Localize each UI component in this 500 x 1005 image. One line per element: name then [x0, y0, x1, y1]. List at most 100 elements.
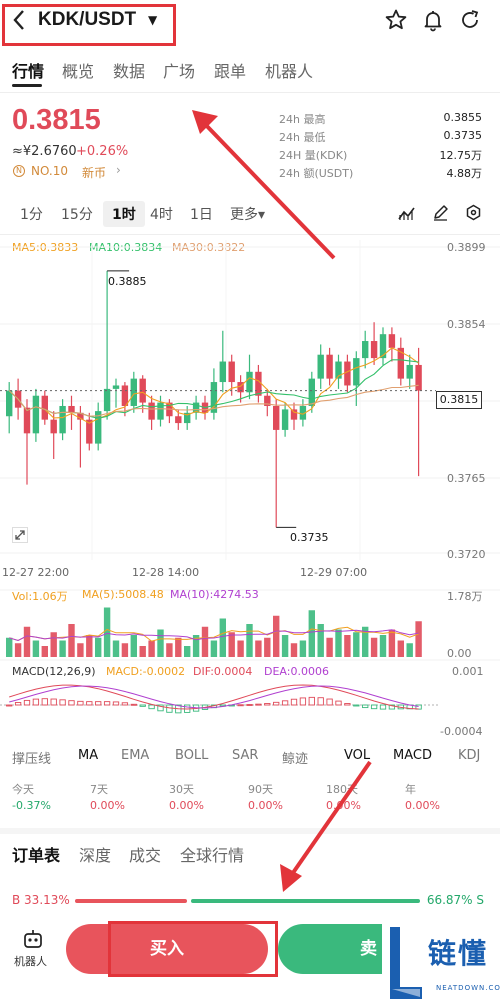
candle-body: [308, 378, 315, 406]
volume-bar: [210, 640, 218, 657]
indicator-kdj[interactable]: KDJ: [458, 748, 480, 763]
period-label: 年: [405, 783, 416, 796]
indicator-ma[interactable]: MA: [78, 748, 98, 763]
tab-orderbook[interactable]: 订单表: [12, 842, 60, 866]
tab-trades[interactable]: 成交: [129, 842, 161, 866]
volume-bar: [112, 640, 120, 657]
new-coin-tag[interactable]: 新币: [82, 164, 106, 181]
stat-low-value: 0.3735: [443, 129, 483, 142]
macd-bar: [139, 704, 146, 707]
volume-bar: [299, 640, 307, 657]
macd-bar: [121, 702, 129, 706]
chevron-right-icon[interactable]: ›: [116, 163, 121, 177]
interval-1m[interactable]: 1分: [20, 204, 43, 224]
tab-square[interactable]: 广场: [163, 58, 195, 82]
indicator-sar[interactable]: SAR: [232, 748, 258, 763]
volume-bar: [388, 629, 396, 657]
refresh-icon[interactable]: [458, 8, 482, 32]
settings-icon[interactable]: [465, 204, 482, 221]
candle-body: [219, 361, 226, 383]
vol-legend: Vol:1.06万: [12, 590, 68, 603]
macd-tick: -0.0004: [440, 725, 483, 738]
volume-bar: [228, 632, 235, 657]
volume-bar: [219, 618, 226, 657]
indicator-ema[interactable]: EMA: [121, 748, 149, 763]
indicator-vol[interactable]: VOL: [344, 748, 370, 763]
candle-body: [23, 407, 31, 434]
price-change: +0.26%: [76, 144, 129, 159]
candle-body: [6, 390, 13, 417]
interval-1h[interactable]: 1时: [103, 201, 145, 227]
volume-bar: [290, 643, 298, 657]
expand-icon[interactable]: [12, 527, 28, 543]
macd-bar: [370, 704, 378, 710]
stat-volume-label: 24H 量(KDK): [279, 149, 348, 162]
indicator-whale[interactable]: 鲸迹: [282, 748, 308, 767]
low-callout: 0.3735: [290, 531, 329, 544]
volume-bar: [41, 646, 48, 657]
period-label: 7天: [90, 783, 108, 796]
candle-body: [59, 405, 66, 434]
macd-tick: 0.001: [452, 665, 484, 678]
macd-bar: [166, 704, 173, 713]
bell-icon[interactable]: [421, 8, 445, 32]
tab-overview[interactable]: 概览: [62, 58, 94, 82]
tab-robot[interactable]: 机器人: [265, 58, 313, 82]
candle-body: [32, 395, 40, 434]
volume-bar: [308, 610, 315, 657]
period-label: 180天: [326, 783, 358, 796]
volume-bar: [68, 624, 75, 657]
volume-bar: [95, 637, 102, 657]
tab-copytrade[interactable]: 跟单: [214, 58, 246, 82]
macd-bar: [344, 703, 351, 706]
indicator-icon[interactable]: [398, 205, 416, 221]
candle-body: [148, 402, 155, 420]
volume-bar: [335, 629, 342, 657]
robot-icon[interactable]: [22, 929, 44, 949]
macd-bar: [59, 699, 66, 706]
header: KDK/USDT ▼: [0, 0, 500, 46]
period-value: 0.00%: [405, 799, 440, 812]
period-label: 30天: [169, 783, 194, 796]
macd-bar: [290, 698, 298, 706]
tab-depth[interactable]: 深度: [79, 842, 111, 866]
macd-bar: [326, 698, 333, 706]
indicator-macd[interactable]: MACD: [393, 748, 432, 763]
interval-4h[interactable]: 4时: [150, 204, 173, 224]
macd-bar: [281, 700, 289, 706]
divider: [0, 92, 500, 93]
candle-body: [130, 378, 137, 406]
candle-body: [362, 341, 369, 359]
interval-more[interactable]: 更多▾: [230, 204, 265, 224]
star-icon[interactable]: [384, 8, 408, 32]
tab-market[interactable]: 行情: [12, 58, 44, 82]
tab-data[interactable]: 数据: [113, 58, 145, 82]
indicator-support[interactable]: 撑压线: [12, 748, 51, 767]
robot-label[interactable]: 机器人: [14, 953, 47, 969]
current-price-tag: 0.3815: [436, 391, 482, 409]
tab-global[interactable]: 全球行情: [180, 842, 244, 866]
section-divider: [0, 828, 500, 834]
interval-1d[interactable]: 1日: [190, 204, 213, 224]
sell-ratio-bar: [191, 899, 420, 903]
indicator-boll[interactable]: BOLL: [175, 748, 208, 763]
candle-body: [41, 395, 48, 420]
volume-bar: [166, 643, 173, 657]
buy-ratio-bar: [75, 899, 188, 903]
macd-bar: [299, 697, 307, 706]
price-tick: 0.3765: [447, 472, 486, 485]
candle-body: [370, 341, 378, 359]
last-price: 0.3815: [12, 104, 101, 136]
draw-icon[interactable]: [432, 204, 449, 221]
macd-bar: [6, 704, 13, 707]
interval-15m[interactable]: 15分: [61, 204, 93, 224]
volume-bar: [175, 637, 182, 657]
candle-body: [103, 388, 111, 412]
candle-body: [344, 361, 351, 386]
price-tick: 0.3854: [447, 318, 486, 331]
macd-bar: [95, 701, 102, 706]
period-value: 0.00%: [248, 799, 283, 812]
volume-bar: [59, 640, 66, 657]
kline-chart[interactable]: [0, 230, 500, 730]
volume-bar: [23, 626, 31, 657]
